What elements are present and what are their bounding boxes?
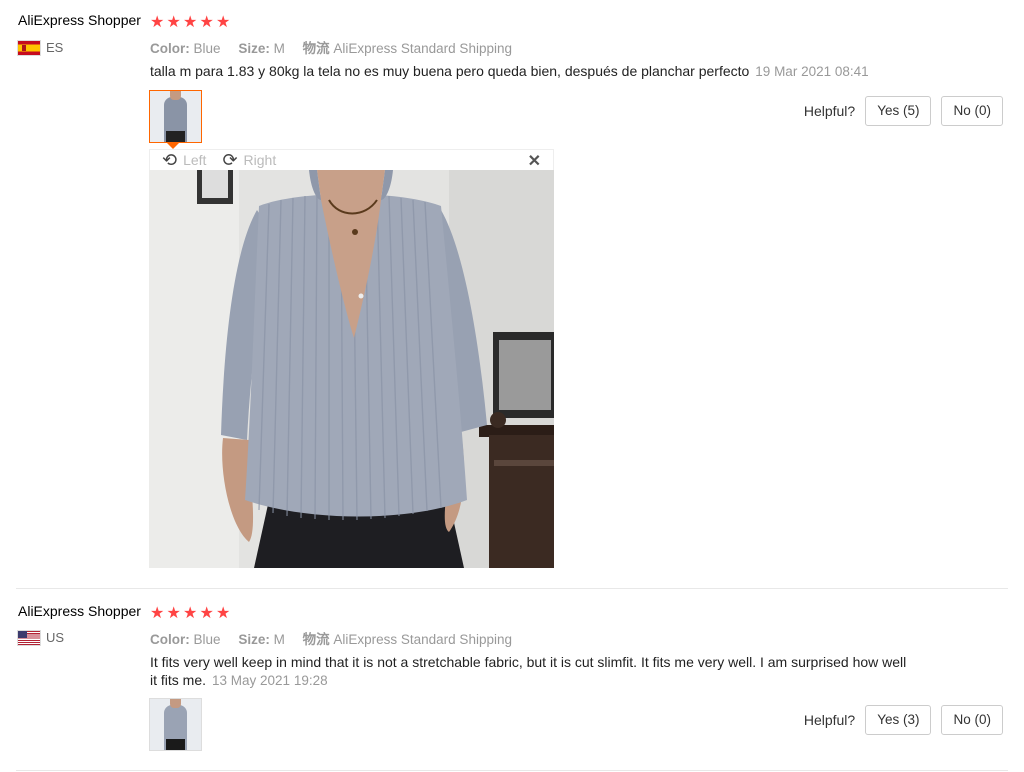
shipping-value: AliExpress Standard Shipping [333,632,512,647]
star-rating: ★ ★ ★ ★ ★ [150,603,233,623]
star-icon: ★ [199,14,214,31]
star-rating: ★ ★ ★ ★ ★ [150,12,233,32]
review-photo-image [149,170,554,568]
size-label: Size: [238,632,270,647]
shipping-value: AliExpress Standard Shipping [333,41,512,56]
photo-viewer-toolbar: ⟲ Left ⟳ Right ✕ [149,149,554,170]
review-photo-thumbnail[interactable] [149,698,202,751]
review-text: talla m para 1.83 y 80kg la tela no es m… [150,62,910,81]
star-icon: ★ [216,14,231,31]
rotate-left-button[interactable]: ⟲ Left [162,151,206,169]
star-icon: ★ [199,605,214,622]
review-divider [16,588,1008,589]
size-value: M [273,632,285,647]
rotate-left-label: Left [183,152,207,168]
star-icon: ★ [166,14,181,31]
helpful-no-button[interactable]: No (0) [941,705,1003,735]
country-code: US [46,630,65,645]
star-icon: ★ [216,605,231,622]
star-icon: ★ [183,605,198,622]
star-icon: ★ [150,605,165,622]
helpful-yes-button[interactable]: Yes (5) [865,96,932,126]
reviewer-name: AliExpress Shopper [18,12,141,28]
reviewer-country: ES [18,40,63,55]
shipping-label: 物流 [302,632,330,647]
photo-viewer: ⟲ Left ⟳ Right ✕ [149,149,554,568]
shipping-label: 物流 [302,41,330,56]
color-label: Color: [150,632,190,647]
review-text: It fits very well keep in mind that it i… [150,653,910,690]
us-flag-icon [18,630,40,645]
helpful-label: Helpful? [803,103,856,119]
helpful-label: Helpful? [803,712,856,728]
review-body: talla m para 1.83 y 80kg la tela no es m… [150,63,750,79]
review-item: AliExpress Shopper ★ ★ ★ ★ ★ US Color: Blue … [0,590,1024,772]
review-photo-thumbnail[interactable] [149,90,202,143]
star-icon: ★ [183,14,198,31]
rotate-left-icon: ⟲ [162,150,178,170]
size-label: Size: [238,41,270,56]
size-value: M [273,41,285,56]
helpful-votes: Helpful? Yes (3) No (0) [804,705,1003,735]
rotate-right-icon: ⟳ [222,150,238,170]
rotate-right-label: Right [243,152,277,168]
reviewer-name: AliExpress Shopper [18,603,141,619]
color-label: Color: [150,41,190,56]
reviewer-country: US [18,630,64,645]
review-date: 19 Mar 2021 08:41 [755,64,869,79]
spain-flag-icon [18,40,40,55]
rotate-right-button[interactable]: ⟳ Right [222,151,276,169]
star-icon: ★ [150,14,165,31]
country-code: ES [46,40,64,55]
star-icon: ★ [166,605,181,622]
review-attributes: Color: Blue Size: M 物流 AliExpress Standa… [150,37,512,57]
helpful-no-button[interactable]: No (0) [941,96,1003,126]
review-item: AliExpress Shopper ★ ★ ★ ★ ★ ES Color: Blue … [0,0,1024,588]
close-icon[interactable]: ✕ [528,151,541,171]
review-attributes: Color: Blue Size: M 物流 AliExpress Standa… [150,628,512,648]
color-value: Blue [193,632,221,647]
helpful-yes-button[interactable]: Yes (3) [865,705,932,735]
review-divider [16,770,1008,771]
review-date: 13 May 2021 19:28 [212,673,328,688]
helpful-votes: Helpful? Yes (5) No (0) [804,96,1003,126]
color-value: Blue [193,41,221,56]
review-photo-large [149,170,554,568]
